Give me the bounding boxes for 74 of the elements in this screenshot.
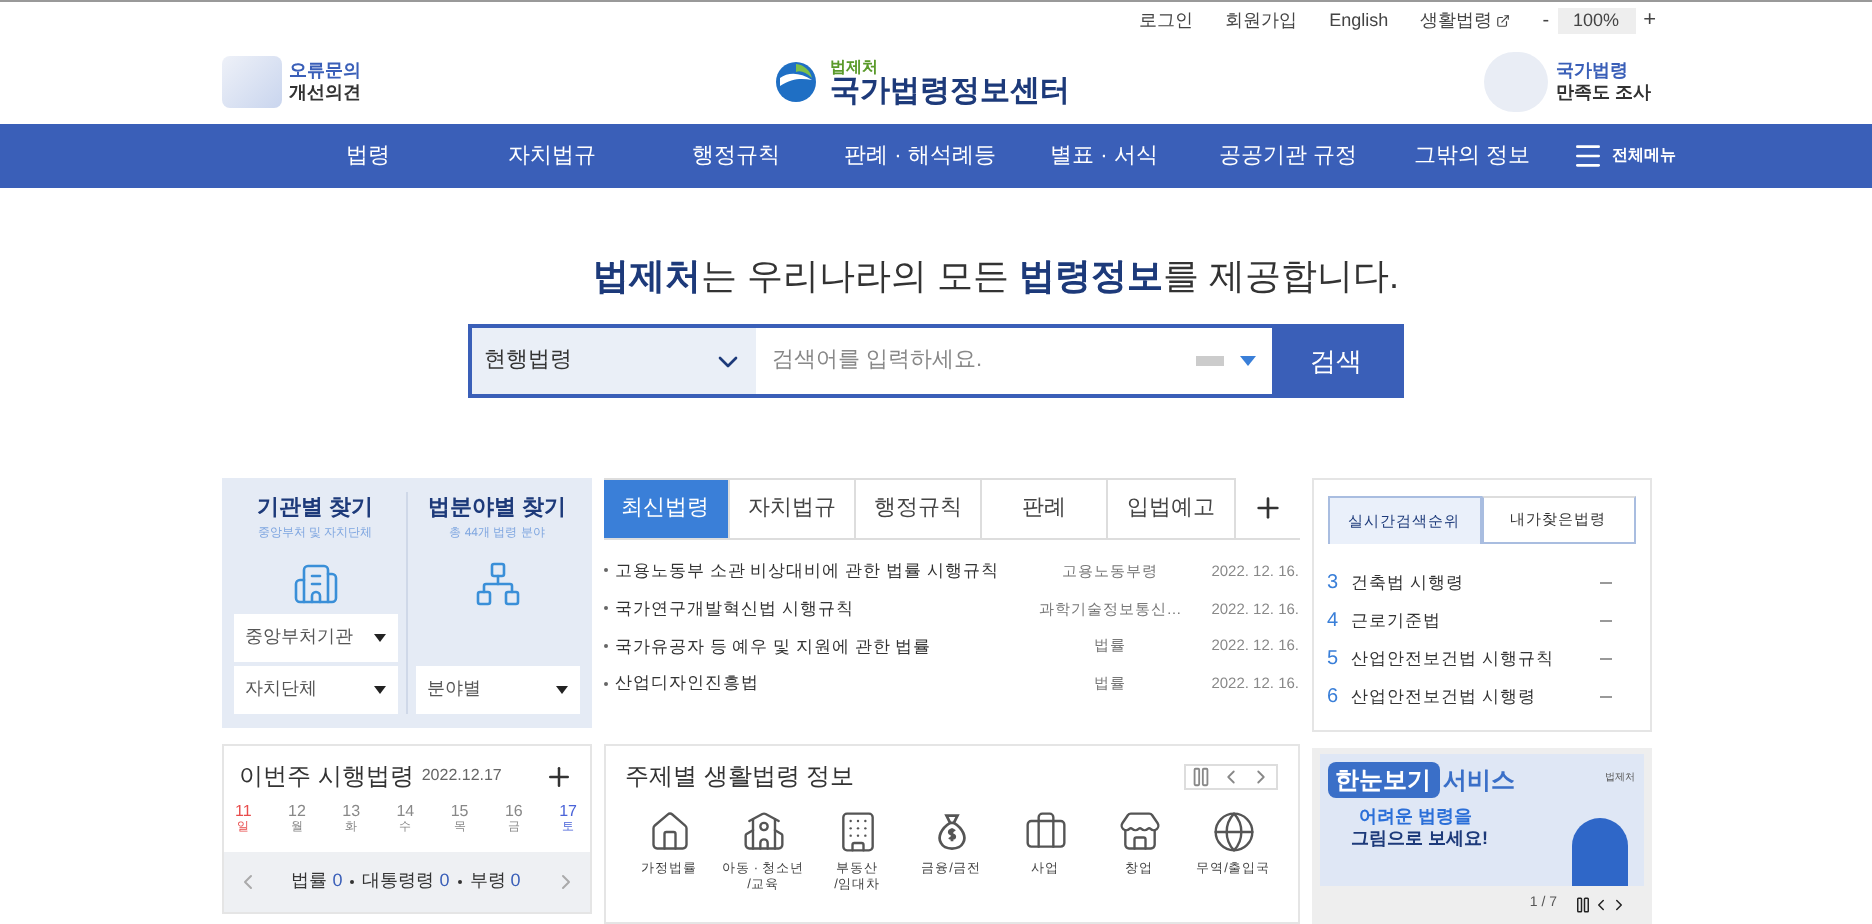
pause-icon[interactable]: [1573, 895, 1591, 914]
rank-number: 6: [1327, 684, 1339, 712]
top-link[interactable]: 생활법령: [1420, 7, 1511, 35]
topic-title: 주제별 생활법령 정보: [625, 760, 855, 794]
ranked-law[interactable]: 산업안전보건법 시행규칙: [1351, 646, 1554, 672]
finder-title: 기관별 찾기: [256, 494, 374, 524]
news-tab[interactable]: 입법예고: [1108, 478, 1236, 538]
weekly-title: 이번주 시행법령: [239, 760, 414, 794]
globe-icon: [1211, 810, 1255, 854]
caret-icon: [373, 634, 385, 642]
rank-number: 4: [1327, 608, 1339, 636]
nav-item[interactable]: 판례 · 해석례등: [828, 139, 1012, 173]
site-name: 국가법령정보센터: [830, 75, 1071, 105]
caret-icon: [555, 686, 567, 694]
ranked-law[interactable]: 건축법 시행령: [1351, 570, 1464, 596]
news-tab[interactable]: 최신법령: [603, 478, 730, 538]
category-select[interactable]: 분야별: [415, 666, 579, 714]
org-name: 법제처: [830, 59, 881, 75]
top-link[interactable]: 로그인: [1139, 7, 1194, 35]
category-select[interactable]: 자치단체: [233, 666, 397, 714]
nav-item[interactable]: 별표 · 서식: [1012, 139, 1196, 173]
zoom-out-button[interactable]: -: [1542, 6, 1550, 36]
news-title[interactable]: 고용노동부 소관 비상대비에 관한 법률 시행규칙: [615, 558, 1025, 584]
banner-text: 그림으로 보세요!: [1351, 828, 1490, 850]
plus-icon[interactable]: [1251, 492, 1284, 524]
feedback-text: 오류문의: [289, 60, 361, 82]
weekly-date: 2022.12.17: [421, 764, 502, 788]
finder-title: 법분야별 찾기: [427, 494, 567, 524]
nav-item[interactable]: 법령: [276, 139, 460, 173]
news-tab[interactable]: 행정규칙: [855, 478, 983, 538]
plus-icon[interactable]: [543, 761, 573, 791]
caret-icon: [373, 686, 385, 694]
store-icon: [1117, 810, 1161, 854]
ranked-law[interactable]: 근로기준법: [1351, 608, 1441, 634]
mascot-drawing: [1571, 818, 1627, 886]
nav-item[interactable]: 행정규칙: [644, 139, 828, 173]
news-title[interactable]: 국가유공자 등 예우 및 지원에 관한 법률: [615, 633, 1025, 659]
nav-item[interactable]: 자치법규: [460, 139, 644, 173]
zoom-in-button[interactable]: +: [1643, 4, 1656, 38]
nav-item[interactable]: 그밖의 정보: [1380, 139, 1564, 173]
briefcase-icon: [1023, 810, 1067, 854]
law-count: 법률 0: [291, 868, 343, 895]
menu-icon: [1572, 140, 1604, 172]
survey-text: 국가법령: [1555, 60, 1630, 82]
building-icon: [291, 559, 339, 607]
org-chart-icon: [473, 559, 521, 607]
law-count: 부령 0: [469, 868, 521, 895]
banner-title: 서비스: [1443, 764, 1515, 798]
zoom-level: 100%: [1557, 7, 1636, 35]
news-title[interactable]: 산업디자인진흥법: [615, 670, 1025, 696]
news-tab[interactable]: 판례: [982, 478, 1109, 538]
school-icon: [741, 810, 785, 854]
news-title[interactable]: 국가연구개발혁신법 시행규칙: [615, 595, 1025, 621]
survey-link[interactable]: 국가법령 만족도 조사: [1483, 52, 1651, 112]
feedback-link[interactable]: 오류문의 개선의견: [221, 56, 361, 108]
law-count: 대통령령 0: [362, 868, 450, 895]
banner-title: 한눈보기: [1327, 762, 1439, 798]
category-select[interactable]: 중앙부처기관: [233, 614, 397, 662]
ranked-law[interactable]: 산업안전보건법 시행령: [1351, 684, 1536, 710]
all-menu-button[interactable]: 전체메뉴: [1572, 140, 1676, 172]
site-logo[interactable]: 법제처 국가법령정보센터: [774, 59, 1071, 105]
news-tab[interactable]: 자치법규: [729, 478, 856, 538]
top-link[interactable]: 회원가입: [1225, 7, 1298, 35]
banner-text: 어려운 법령을: [1359, 806, 1475, 828]
survey-text: 만족도 조사: [1555, 82, 1651, 104]
headline: 법제처는 우리나라의 모든 법령정보를 제공합니다.: [592, 254, 1400, 300]
rank-number: 3: [1327, 570, 1339, 598]
top-link[interactable]: English: [1329, 7, 1389, 35]
rank-number: 5: [1327, 646, 1339, 674]
feedback-text: 개선의견: [289, 82, 361, 104]
nav-item[interactable]: 공공기관 규정: [1196, 139, 1380, 173]
external-link-icon: [1496, 14, 1511, 28]
globe-logo-icon: [774, 60, 819, 104]
home-icon: [647, 810, 691, 854]
